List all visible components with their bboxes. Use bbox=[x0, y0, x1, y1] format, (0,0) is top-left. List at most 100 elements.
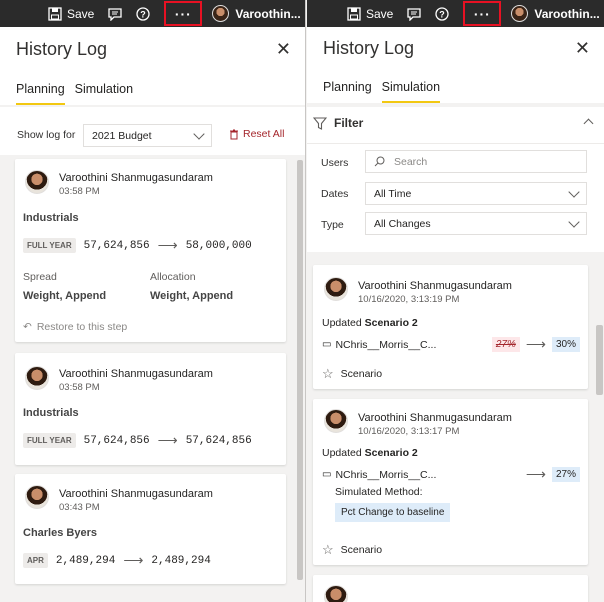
scrollbar-thumb[interactable] bbox=[596, 325, 603, 395]
from-value: 57,624,856 bbox=[83, 239, 150, 252]
save-icon bbox=[48, 6, 62, 21]
history-card[interactable]: Varoothini Shanmugasundaram 03:58 PM Ind… bbox=[15, 353, 286, 465]
help-button[interactable]: ? bbox=[435, 6, 450, 21]
to-value: 58,000,000 bbox=[185, 239, 252, 252]
comment-icon bbox=[108, 7, 123, 21]
tab-planning[interactable]: Planning bbox=[323, 80, 372, 103]
search-input[interactable]: Search bbox=[365, 150, 587, 173]
panel-header: History Log ✕ bbox=[307, 27, 604, 69]
measure-row: ▭ NChris__Morris__C... ⟶ 27% bbox=[322, 466, 580, 483]
scenario-label: Scenario bbox=[340, 368, 383, 380]
scenario-footer[interactable]: ☆ Scenario bbox=[322, 366, 382, 382]
chevron-down-icon bbox=[568, 216, 580, 228]
arrow-right-icon: ⟶ bbox=[525, 466, 546, 482]
avatar bbox=[324, 585, 348, 602]
save-icon bbox=[347, 6, 361, 21]
chevron-down-icon bbox=[568, 186, 580, 198]
simulation-card[interactable]: Varoothini Shanmugasundaram 10/16/2020, … bbox=[313, 399, 588, 565]
new-value: 27% bbox=[551, 467, 580, 482]
close-icon[interactable]: ✕ bbox=[575, 39, 590, 57]
star-icon[interactable]: ☆ bbox=[322, 542, 334, 558]
svg-text:?: ? bbox=[141, 9, 147, 19]
history-card[interactable]: Varoothini Shanmugasundaram 03:43 PM Cha… bbox=[15, 474, 286, 584]
history-card[interactable]: Varoothini Shanmugasundaram 03:58 PM Ind… bbox=[15, 159, 286, 342]
tab-bar: Planning Simulation bbox=[0, 71, 305, 105]
trash-icon bbox=[230, 129, 238, 139]
dates-label: Dates bbox=[321, 188, 349, 200]
user-avatar[interactable] bbox=[511, 5, 529, 22]
help-icon: ? bbox=[136, 6, 151, 21]
simulation-card[interactable] bbox=[313, 575, 588, 602]
comment-button[interactable] bbox=[108, 7, 123, 21]
help-button[interactable]: ? bbox=[136, 6, 151, 21]
tab-simulation[interactable]: Simulation bbox=[381, 80, 441, 103]
close-icon[interactable]: ✕ bbox=[276, 40, 291, 58]
dates-dropdown[interactable]: All Time bbox=[365, 182, 587, 205]
type-dropdown[interactable]: All Changes bbox=[365, 212, 587, 235]
undo-icon: ↶ bbox=[23, 321, 32, 333]
comment-button[interactable] bbox=[407, 7, 422, 21]
avatar bbox=[324, 277, 348, 301]
value-change: FULL YEAR 57,624,856 ⟶ 58,000,000 bbox=[23, 237, 252, 254]
updated-prefix: Updated bbox=[322, 317, 362, 329]
scenario-name: Scenario 2 bbox=[364, 447, 418, 459]
new-value: 30% bbox=[551, 337, 580, 352]
card-meta: Varoothini Shanmugasundaram 03:43 PM bbox=[59, 488, 213, 513]
panel-title: History Log bbox=[16, 38, 108, 59]
timestamp: 03:58 PM bbox=[59, 382, 100, 393]
log-selector-bar: Show log for 2021 Budget Reset All bbox=[0, 107, 305, 155]
card-meta: Varoothini Shanmugasundaram 10/16/2020, … bbox=[358, 280, 512, 305]
simulation-card[interactable]: Varoothini Shanmugasundaram 10/16/2020, … bbox=[313, 265, 588, 389]
more-options-button[interactable]: ··· bbox=[164, 1, 203, 26]
tab-simulation[interactable]: Simulation bbox=[75, 82, 133, 105]
filter-label: Filter bbox=[334, 116, 364, 130]
period-badge: APR bbox=[23, 553, 48, 568]
spread-label: Spread bbox=[23, 271, 57, 283]
avatar bbox=[25, 170, 49, 194]
help-icon: ? bbox=[435, 6, 450, 21]
user-name[interactable]: Varoothin... bbox=[235, 7, 300, 21]
user-name: Varoothini Shanmugasundaram bbox=[358, 412, 512, 424]
method-chip: Pct Change to baseline bbox=[335, 503, 451, 522]
scrollbar-thumb[interactable] bbox=[297, 160, 303, 580]
reset-all-button[interactable]: Reset All bbox=[229, 128, 284, 140]
comment-icon bbox=[407, 7, 422, 21]
search-placeholder: Search bbox=[394, 155, 428, 168]
to-value: 2,489,294 bbox=[151, 554, 211, 567]
arrow-right-icon: ⟶ bbox=[123, 552, 144, 568]
period-badge: FULL YEAR bbox=[23, 433, 76, 448]
from-value: 2,489,294 bbox=[55, 554, 116, 567]
filter-header[interactable]: Filter bbox=[313, 116, 363, 130]
value-change: APR 2,489,294 ⟶ 2,489,294 bbox=[23, 552, 211, 569]
timestamp: 03:58 PM bbox=[59, 186, 100, 197]
scenario-name: Scenario 2 bbox=[364, 317, 418, 329]
more-options-button[interactable]: ··· bbox=[463, 1, 502, 26]
type-value: All Changes bbox=[374, 217, 431, 230]
tab-planning[interactable]: Planning bbox=[16, 82, 65, 105]
user-name[interactable]: Varoothin... bbox=[534, 7, 599, 21]
star-icon[interactable]: ☆ bbox=[322, 366, 334, 382]
right-history-pane: Save ? ··· Varoothin... History Log ✕ Pl… bbox=[307, 0, 604, 602]
reset-label: Reset All bbox=[243, 128, 285, 140]
chevron-up-icon[interactable] bbox=[583, 118, 594, 129]
updated-prefix: Updated bbox=[322, 447, 362, 459]
measure-row: ▭ NChris__Morris__C... 27% ⟶ 30% bbox=[322, 336, 580, 353]
users-label: Users bbox=[321, 157, 349, 169]
tab-bar: Planning Simulation bbox=[307, 69, 604, 103]
budget-dropdown[interactable]: 2021 Budget bbox=[83, 124, 212, 147]
user-name: Varoothini Shanmugasundaram bbox=[358, 280, 512, 292]
scrollbar-track[interactable] bbox=[595, 255, 604, 602]
timestamp: 10/16/2020, 3:13:19 PM bbox=[358, 294, 460, 305]
avatar bbox=[324, 409, 348, 433]
save-button[interactable]: Save bbox=[347, 7, 393, 21]
filter-icon bbox=[313, 116, 327, 130]
save-button[interactable]: Save bbox=[48, 7, 94, 21]
avatar bbox=[25, 485, 49, 509]
scenario-footer[interactable]: ☆ Scenario bbox=[322, 542, 382, 558]
restore-button[interactable]: ↶ Restore to this step bbox=[23, 321, 127, 333]
user-name: Varoothini Shanmugasundaram bbox=[59, 488, 213, 500]
scenario-label: Scenario bbox=[340, 544, 383, 556]
dates-value: All Time bbox=[374, 187, 412, 200]
arrow-right-icon: ⟶ bbox=[157, 432, 178, 448]
user-avatar[interactable] bbox=[212, 5, 230, 22]
